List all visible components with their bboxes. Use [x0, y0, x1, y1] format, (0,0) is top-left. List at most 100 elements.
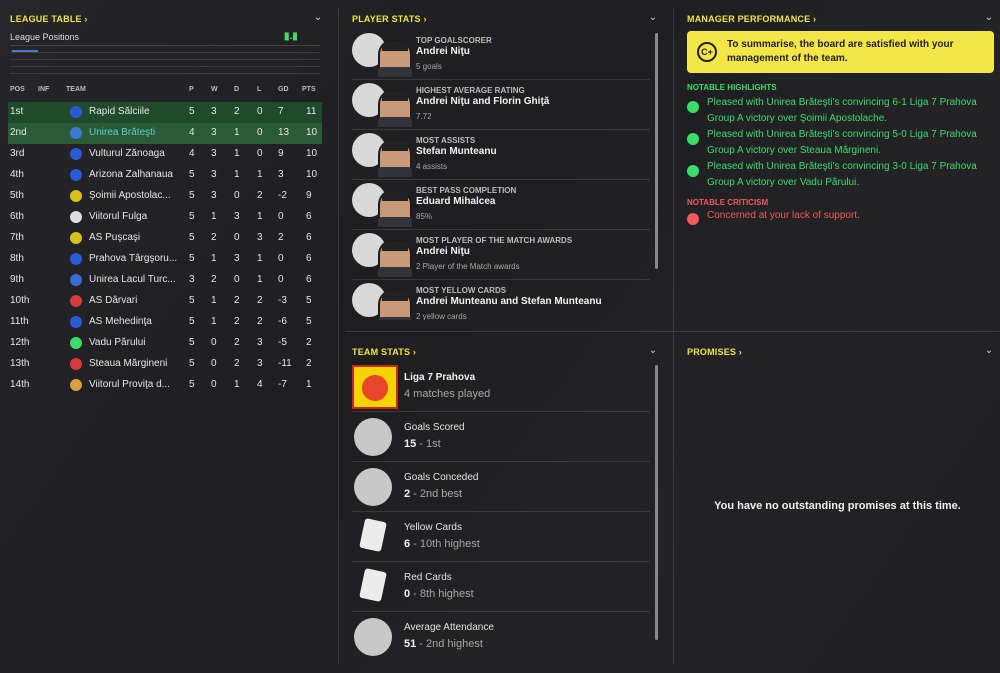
- table-row[interactable]: 1st Rapid Sălciile 5 3 2 0 7 11: [8, 102, 322, 123]
- league-table-header[interactable]: LEAGUE TABLE ›: [10, 14, 88, 24]
- chart-toggle-icon[interactable]: ▮.▮: [284, 31, 298, 42]
- criticism-text: Concerned at your lack of support.: [707, 210, 860, 221]
- competition-item[interactable]: Liga 7 Prahova 4 matches played: [352, 362, 650, 412]
- team-cell[interactable]: Unirea Lacul Turc...: [89, 274, 176, 285]
- played-cell: 5: [189, 337, 195, 348]
- gd-cell: -5: [278, 337, 287, 348]
- player-name[interactable]: Stefan Munteanu: [416, 146, 497, 157]
- team-cell[interactable]: Arizona Zalhanaua: [89, 169, 173, 180]
- gd-cell: -3: [278, 295, 287, 306]
- player-stat-item[interactable]: MOST PLAYER OF THE MATCH AWARDS Andrei Ni…: [352, 230, 650, 280]
- chevron-down-icon[interactable]: ⌄: [647, 345, 659, 357]
- table-row[interactable]: 5th Şoimii Apostolac... 5 3 0 2 -2 9: [8, 186, 322, 207]
- league-positions-chart: [10, 45, 320, 75]
- stat-category: MOST ASSISTS: [416, 136, 476, 145]
- team-stat-label: Average Attendance: [404, 622, 494, 633]
- team-cell[interactable]: Unirea Brăteşti: [89, 127, 155, 138]
- team-stat-item[interactable]: Average Attendance 51 - 2nd highest: [352, 612, 650, 662]
- chevron-down-icon[interactable]: ⌄: [983, 12, 995, 24]
- highlight-text: Pleased with Unirea Brăteşti's convincin…: [707, 97, 977, 124]
- team-stat-item[interactable]: Red Cards 0 - 8th highest: [352, 562, 650, 612]
- player-stat-item[interactable]: MOST YELLOW CARDS Andrei Munteanu and Ste…: [352, 280, 650, 320]
- team-cell[interactable]: Vulturul Zănoaga: [89, 148, 165, 159]
- player-name[interactable]: Andrei Niţu and Florin Ghiţă: [416, 96, 549, 107]
- header-gd[interactable]: GD: [278, 86, 289, 93]
- header-pts[interactable]: PTS: [302, 86, 316, 93]
- table-row[interactable]: 13th Steaua Mărgineni 5 0 2 3 -11 2: [8, 354, 322, 375]
- player-stat-item[interactable]: MOST ASSISTS Stefan Munteanu 4 assists: [352, 130, 650, 180]
- header-w[interactable]: W: [211, 86, 218, 93]
- team-stats-scrollbar[interactable]: [655, 365, 658, 640]
- ball-cross-icon: [354, 468, 392, 506]
- gd-cell: 9: [278, 148, 284, 159]
- team-cell[interactable]: Viitorul Fulga: [89, 211, 147, 222]
- table-row[interactable]: 6th Viitorul Fulga 5 1 3 1 0 6: [8, 207, 322, 228]
- chevron-down-icon[interactable]: ⌄: [312, 12, 324, 24]
- team-stat-item[interactable]: Yellow Cards 6 - 10th highest: [352, 512, 650, 562]
- team-cell[interactable]: Vadu Părului: [89, 337, 146, 348]
- player-stats-scrollbar[interactable]: [655, 33, 658, 269]
- won-cell: 0: [211, 337, 217, 348]
- points-cell: 6: [306, 274, 312, 285]
- header-team[interactable]: TEAM: [66, 86, 86, 93]
- team-stats-header[interactable]: TEAM STATS ›: [352, 347, 416, 357]
- team-cell[interactable]: Rapid Sălciile: [89, 106, 150, 117]
- player-stat-item[interactable]: HIGHEST AVERAGE RATING Andrei Niţu and Fl…: [352, 80, 650, 130]
- player-name[interactable]: Andrei Niţu: [416, 246, 470, 257]
- chevron-down-icon[interactable]: ⌄: [983, 345, 995, 357]
- player-name[interactable]: Andrei Niţu: [416, 46, 470, 57]
- position-cell: 4th: [10, 169, 24, 180]
- table-row[interactable]: 3rd Vulturul Zănoaga 4 3 1 0 9 10: [8, 144, 322, 165]
- chevron-down-icon[interactable]: ⌄: [647, 12, 659, 24]
- table-row[interactable]: 14th Viitorul Proviţa d... 5 0 1 4 -7 1: [8, 375, 322, 396]
- team-cell[interactable]: Prahova Târgşoru...: [89, 253, 177, 264]
- table-row[interactable]: 2nd Unirea Brăteşti 4 3 1 0 13 10: [8, 123, 322, 144]
- player-stat-item[interactable]: BEST PASS COMPLETION Eduard Mihalcea 85%: [352, 180, 650, 230]
- team-cell[interactable]: AS Dârvari: [89, 295, 137, 306]
- won-cell: 1: [211, 316, 217, 327]
- promises-header[interactable]: PROMISES ›: [687, 347, 742, 357]
- position-cell: 5th: [10, 190, 24, 201]
- team-cell[interactable]: AS Mehedinţa: [89, 316, 152, 327]
- team-cell[interactable]: Viitorul Proviţa d...: [89, 379, 170, 390]
- club-badge-icon: [70, 295, 82, 307]
- player-stats-header[interactable]: PLAYER STATS ›: [352, 14, 427, 24]
- table-row[interactable]: 8th Prahova Târgşoru... 5 1 3 1 0 6: [8, 249, 322, 270]
- won-cell: 2: [211, 232, 217, 243]
- gd-cell: 0: [278, 253, 284, 264]
- won-cell: 3: [211, 106, 217, 117]
- player-stat-item[interactable]: TOP GOALSCORER Andrei Niţu 5 goals: [352, 30, 650, 80]
- player-name[interactable]: Andrei Munteanu and Stefan Munteanu: [416, 296, 602, 307]
- header-d[interactable]: D: [234, 86, 239, 93]
- table-row[interactable]: 7th AS Puşcaşi 5 2 0 3 2 6: [8, 228, 322, 249]
- team-stat-value: 2 - 2nd best: [404, 488, 463, 500]
- header-inf[interactable]: INF: [38, 86, 49, 93]
- table-row[interactable]: 12th Vadu Părului 5 0 2 3 -5 2: [8, 333, 322, 354]
- club-badge-icon: [70, 316, 82, 328]
- team-cell[interactable]: Şoimii Apostolac...: [89, 190, 171, 201]
- table-row[interactable]: 9th Unirea Lacul Turc... 3 2 0 1 0 6: [8, 270, 322, 291]
- stat-value: 4 assists: [416, 162, 448, 171]
- team-cell[interactable]: Steaua Mărgineni: [89, 358, 167, 369]
- criticism-title: NOTABLE CRITICISM: [687, 198, 769, 207]
- team-cell[interactable]: AS Puşcaşi: [89, 232, 140, 243]
- team-stat-item[interactable]: Goals Conceded 2 - 2nd best: [352, 462, 650, 512]
- stat-value: 2 Player of the Match awards: [416, 262, 520, 271]
- player-name[interactable]: Eduard Mihalcea: [416, 196, 495, 207]
- gd-cell: -2: [278, 190, 287, 201]
- drawn-cell: 0: [234, 232, 240, 243]
- header-pos[interactable]: POS: [10, 86, 25, 93]
- header-l[interactable]: L: [257, 86, 261, 93]
- table-row[interactable]: 4th Arizona Zalhanaua 5 3 1 1 3 10: [8, 165, 322, 186]
- lost-cell: 1: [257, 211, 263, 222]
- manager-performance-header[interactable]: MANAGER PERFORMANCE ›: [687, 14, 816, 24]
- table-row[interactable]: 10th AS Dârvari 5 1 2 2 -3 5: [8, 291, 322, 312]
- won-cell: 2: [211, 274, 217, 285]
- header-p[interactable]: P: [189, 86, 194, 93]
- gd-cell: 2: [278, 232, 284, 243]
- stat-value: 2 yellow cards: [416, 312, 467, 320]
- stat-value: 7.72: [416, 112, 432, 121]
- table-row[interactable]: 11th AS Mehedinţa 5 1 2 2 -6 5: [8, 312, 322, 333]
- lost-cell: 1: [257, 253, 263, 264]
- team-stat-item[interactable]: Goals Scored 15 - 1st: [352, 412, 650, 462]
